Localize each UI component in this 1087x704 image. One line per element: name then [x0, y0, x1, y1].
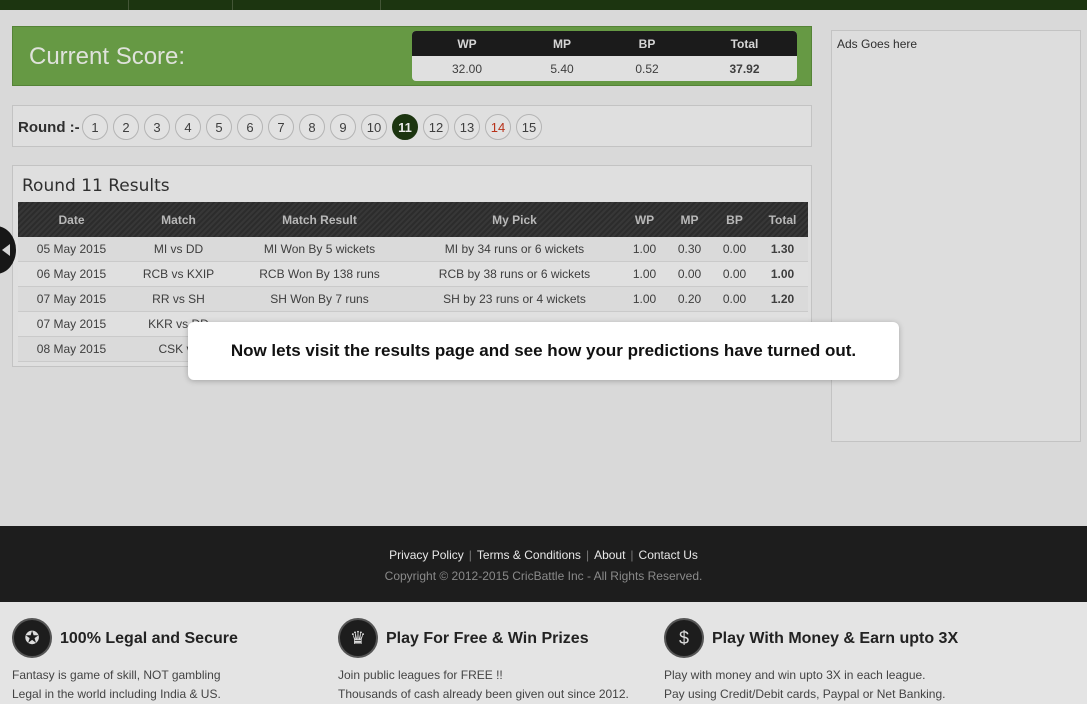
ads-panel: Ads Goes here [831, 30, 1081, 442]
round-pill-7[interactable]: 7 [268, 114, 294, 140]
score-value-bp: 0.52 [635, 61, 659, 76]
results-cell: 0.00 [722, 292, 747, 306]
privacy-policy-link[interactable]: Privacy Policy [389, 548, 464, 562]
feature-line1: Join public leagues for FREE !! [338, 668, 503, 682]
results-cell: 1.20 [770, 292, 795, 306]
results-header-cell: My Pick [492, 212, 537, 227]
score-value-total: 37.92 [729, 61, 760, 76]
tooltip-text: Now lets visit the results page and see … [230, 341, 857, 360]
results-cell: 08 May 2015 [36, 342, 107, 356]
results-header-cell: Match Result [282, 212, 357, 227]
score-table-header: WP MP BP Total [412, 31, 797, 56]
results-table-header: Date Match Match Result My Pick WP MP BP Total [18, 202, 808, 237]
results-cell: 1.00 [632, 242, 657, 256]
footer-links: Privacy Policy | Terms & Conditions | About |… [389, 548, 698, 562]
results-title: Round 11 Results [22, 176, 170, 196]
current-score-title: Current Score: [29, 43, 186, 70]
results-cell: RR vs SH [152, 292, 205, 306]
nav-separator [380, 0, 381, 10]
terms-conditions-link[interactable]: Terms & Conditions [477, 548, 581, 562]
results-cell: 1.00 [632, 267, 657, 281]
results-cell: RCB by 38 runs or 6 wickets [438, 267, 591, 281]
results-header-cell: WP [634, 212, 655, 227]
results-cell: 1.30 [770, 242, 795, 256]
round-pill-1[interactable]: 1 [82, 114, 108, 140]
results-cell: 1.00 [632, 292, 657, 306]
results-cell: SH by 23 runs or 4 wickets [443, 292, 586, 306]
round-pill-2[interactable]: 2 [113, 114, 139, 140]
results-cell: RCB vs KXIP [142, 267, 215, 281]
current-score-panel: Current Score: WP MP BP Total 32.00 5.40… [12, 26, 812, 86]
results-header-cell: Total [768, 212, 797, 227]
money-bag-icon: $ [664, 618, 704, 658]
ads-text: Ads Goes here [837, 37, 918, 51]
results-cell: RCB Won By 138 runs [259, 267, 380, 281]
results-cell: 07 May 2015 [36, 317, 107, 331]
feature-line2: Legal in the world including India & US. [12, 687, 221, 701]
tour-tooltip: Now lets visit the results page and see … [188, 322, 899, 380]
round-pill-14[interactable]: 14 [485, 114, 511, 140]
table-row: 05 May 2015 MI vs DD MI Won By 5 wickets MI… [18, 237, 808, 262]
score-header-total: Total [730, 36, 759, 51]
results-cell: 07 May 2015 [36, 292, 107, 306]
results-cell: 1.00 [770, 267, 795, 281]
results-header-cell: BP [726, 212, 743, 227]
results-cell: 0.30 [677, 242, 702, 256]
round-pill-5[interactable]: 5 [206, 114, 232, 140]
results-header-cell: Date [58, 212, 85, 227]
trophy-icon: ♛ [338, 618, 378, 658]
round-pill-10[interactable]: 10 [361, 114, 387, 140]
results-header-cell: MP [680, 212, 699, 227]
copyright-text: Copyright © 2012-2015 CricBattle Inc - A… [384, 569, 703, 583]
results-cell: MI by 34 runs or 6 wickets [444, 242, 585, 256]
round-pill-11[interactable]: 11 [392, 114, 418, 140]
round-pill-6[interactable]: 6 [237, 114, 263, 140]
results-header-cell: Match [161, 212, 196, 227]
score-value-wp: 32.00 [451, 61, 483, 76]
feature-title: 100% Legal and Secure [60, 630, 238, 647]
round-label: Round :- [18, 119, 80, 136]
score-header-mp: MP [553, 36, 571, 51]
table-row: 07 May 2015 RR vs SH SH Won By 7 runs SH by… [18, 287, 808, 312]
feature-line2: Pay using Credit/Debit cards, Paypal or … [664, 687, 946, 701]
round-pill-15[interactable]: 15 [516, 114, 542, 140]
results-cell: 05 May 2015 [36, 242, 107, 256]
nav-separator [232, 0, 233, 10]
score-header-bp: BP [638, 36, 656, 51]
round-pill-13[interactable]: 13 [454, 114, 480, 140]
round-selector: Round :- 1 2 3 4 5 6 7 8 9 10 11 12 13 14 15 [12, 105, 812, 147]
round-pill-3[interactable]: 3 [144, 114, 170, 140]
feature-line2: Thousands of cash already been given out… [338, 687, 629, 701]
arrow-left-icon [2, 244, 10, 256]
feature-line1: Fantasy is game of skill, NOT gambling [12, 668, 221, 682]
award-icon: ✪ [12, 618, 52, 658]
results-cell: 0.20 [677, 292, 702, 306]
round-pill-12[interactable]: 12 [423, 114, 449, 140]
results-cell: MI vs DD [153, 242, 204, 256]
score-value-mp: 5.40 [550, 61, 574, 76]
footer: Privacy Policy | Terms & Conditions | About |… [0, 526, 1087, 602]
round-pill-9[interactable]: 9 [330, 114, 356, 140]
results-cell: 0.00 [722, 267, 747, 281]
round-pill-4[interactable]: 4 [175, 114, 201, 140]
results-cell: 0.00 [722, 242, 747, 256]
about-link[interactable]: About [594, 548, 625, 562]
table-row: 06 May 2015 RCB vs KXIP RCB Won By 138 run… [18, 262, 808, 287]
results-cell: 0.00 [677, 267, 702, 281]
round-pill-8[interactable]: 8 [299, 114, 325, 140]
results-cell: SH Won By 7 runs [270, 292, 369, 306]
contact-us-link[interactable]: Contact Us [639, 548, 698, 562]
feature-title: Play For Free & Win Prizes [386, 630, 589, 647]
score-header-wp: WP [457, 36, 477, 51]
nav-separator [128, 0, 129, 10]
feature-line1: Play with money and win upto 3X in each … [664, 668, 926, 682]
features-strip: ✪ 100% Legal and Secure Fantasy is game … [0, 602, 1087, 704]
results-cell: MI Won By 5 wickets [263, 242, 376, 256]
score-table: WP MP BP Total 32.00 5.40 0.52 37.92 [412, 31, 797, 81]
score-table-values: 32.00 5.40 0.52 37.92 [412, 56, 797, 81]
feature-title: Play With Money & Earn upto 3X [712, 630, 959, 647]
results-cell: 06 May 2015 [36, 267, 107, 281]
top-nav-bar [0, 0, 1087, 10]
